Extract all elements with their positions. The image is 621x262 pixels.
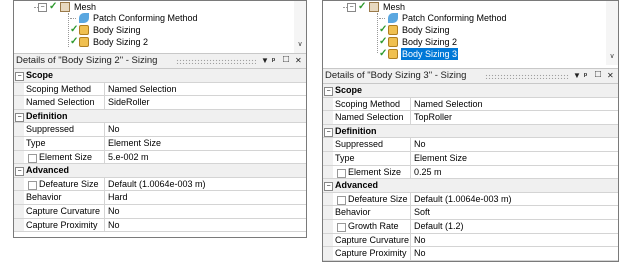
property-row[interactable]: Element Size 0.25 m [323, 165, 618, 180]
tree-scrollbar[interactable]: ∨ [606, 1, 618, 65]
method-icon [79, 13, 89, 23]
scroll-down-arrow[interactable]: ∨ [296, 41, 304, 49]
body-sizing-icon [388, 37, 398, 47]
details-header: Details of "Body Sizing 2" - Sizing ▼ ᵖ … [14, 53, 306, 69]
checkmark-icon: ✓ [358, 1, 367, 12]
dropdown-icon[interactable]: ▼ [261, 54, 269, 68]
collapse-icon[interactable]: − [15, 167, 24, 177]
maximize-icon[interactable]: □ [595, 68, 601, 82]
collapse-icon[interactable]: − [15, 112, 24, 122]
mesh-icon [60, 2, 70, 12]
collapse-toggle[interactable]: − [38, 3, 47, 12]
property-row[interactable]: Named Selection TopRoller [323, 111, 618, 125]
right-panel: − ✓ Mesh Patch Conforming Method ✓ Body … [322, 0, 619, 262]
close-icon[interactable]: ✕ [295, 54, 302, 68]
left-panel: − ✓ Mesh Patch Conforming Method ✓ Body … [13, 0, 307, 238]
maximize-icon[interactable]: □ [283, 53, 289, 67]
property-row[interactable]: Behavior Hard [14, 191, 306, 205]
property-row[interactable]: Type Element Size [14, 136, 306, 151]
body-sizing-icon [388, 25, 398, 35]
property-row[interactable]: Behavior Soft [323, 206, 618, 220]
grip-dots[interactable] [176, 59, 256, 64]
category-scope[interactable]: − Scope [323, 84, 618, 98]
body-sizing-icon [79, 25, 89, 35]
collapse-icon[interactable]: − [15, 72, 24, 81]
property-row[interactable]: Growth Rate Default (1.2) [323, 219, 618, 234]
tree-scrollbar[interactable]: ∨ [294, 1, 306, 53]
details-grid: − Scope Scoping Method Named Selection N… [323, 84, 618, 261]
property-row[interactable]: Element Size 5.e-002 m [14, 150, 306, 165]
collapse-icon[interactable]: − [324, 87, 333, 96]
property-row[interactable]: Defeature Size Default (1.0064e-003 m) [14, 177, 306, 192]
property-row[interactable]: Suppressed No [323, 138, 618, 152]
property-row[interactable]: Capture Curvature No [14, 204, 306, 219]
mesh-icon [369, 2, 379, 12]
property-row[interactable]: Named Selection SideRoller [14, 96, 306, 110]
property-row[interactable]: Defeature Size Default (1.0064e-003 m) [323, 192, 618, 207]
property-row[interactable]: Capture Proximity No [14, 218, 306, 233]
category-advanced[interactable]: − Advanced [323, 179, 618, 193]
outline-tree: − ✓ Mesh Patch Conforming Method ✓ Body … [323, 1, 618, 65]
method-icon [388, 13, 398, 23]
property-row[interactable]: Type Element Size [323, 151, 618, 166]
checkmark-icon: ✓ [49, 1, 58, 12]
body-sizing-icon [79, 37, 89, 47]
property-row[interactable]: Scoping Method Named Selection [323, 97, 618, 112]
details-header: Details of "Body Sizing 3" - Sizing ▼ ᵖ … [323, 68, 618, 84]
details-title: Details of "Body Sizing 2" - Sizing [16, 55, 158, 66]
collapse-icon[interactable]: − [324, 127, 333, 137]
property-row[interactable]: Capture Proximity No [323, 247, 618, 261]
property-row[interactable]: Capture Curvature No [323, 233, 618, 248]
dropdown-icon[interactable]: ▼ [573, 69, 581, 83]
details-title: Details of "Body Sizing 3" - Sizing [325, 70, 467, 81]
category-advanced[interactable]: − Advanced [14, 164, 306, 178]
collapse-icon[interactable]: − [324, 182, 333, 192]
details-grid: − Scope Scoping Method Named Selection N… [14, 69, 306, 233]
pin-icon[interactable]: ᵖ [272, 54, 275, 68]
scroll-down-arrow[interactable]: ∨ [608, 53, 616, 61]
property-row[interactable]: Suppressed No [14, 123, 306, 137]
outline-tree: − ✓ Mesh Patch Conforming Method ✓ Body … [14, 1, 306, 53]
category-scope[interactable]: − Scope [14, 69, 306, 83]
property-row[interactable]: Scoping Method Named Selection [14, 82, 306, 97]
collapse-toggle[interactable]: − [347, 3, 356, 12]
category-definition[interactable]: − Definition [323, 124, 618, 139]
grip-dots[interactable] [485, 74, 569, 79]
close-icon[interactable]: ✕ [607, 69, 614, 83]
body-sizing-icon [388, 49, 398, 59]
category-definition[interactable]: − Definition [14, 109, 306, 124]
pin-icon[interactable]: ᵖ [584, 69, 587, 83]
